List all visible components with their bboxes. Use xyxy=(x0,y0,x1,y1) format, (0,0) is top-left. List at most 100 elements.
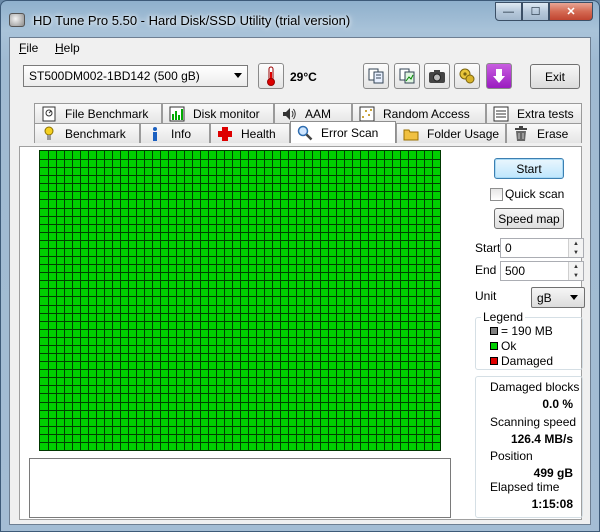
elapsed-time-label: Elapsed time xyxy=(490,480,560,494)
random-access-icon xyxy=(359,106,375,122)
tab-label: Extra tests xyxy=(517,106,574,121)
tab-erase[interactable]: Erase xyxy=(506,123,582,143)
unit-select[interactable]: gB xyxy=(531,287,585,308)
spin-down-icon[interactable]: ▼ xyxy=(568,271,583,280)
health-cross-icon xyxy=(217,126,233,142)
window-controls: — ☐ ✕ xyxy=(495,2,593,21)
extra-tests-icon xyxy=(493,106,509,122)
speed-map-button[interactable]: Speed map xyxy=(494,208,564,229)
tab-aam[interactable]: AAM xyxy=(274,103,352,123)
close-button[interactable]: ✕ xyxy=(549,2,593,21)
copy-info-button[interactable] xyxy=(363,63,389,89)
temperature-button[interactable] xyxy=(258,63,284,89)
benchmark-icon xyxy=(41,126,57,142)
tab-control: File Benchmark Disk monitor AAM Random A… xyxy=(10,101,590,526)
save-button[interactable] xyxy=(486,63,512,89)
tab-disk-monitor[interactable]: Disk monitor xyxy=(162,103,274,123)
tab-label: Random Access xyxy=(383,106,470,121)
tab-extra-tests[interactable]: Extra tests xyxy=(486,103,582,123)
unit-label: Unit xyxy=(475,289,497,303)
tab-label: Disk monitor xyxy=(193,106,260,121)
tab-label: Folder Usage xyxy=(427,126,500,141)
disk-monitor-icon xyxy=(169,106,185,122)
scan-block-map xyxy=(39,150,441,451)
damaged-blocks-label: Damaged blocks xyxy=(490,380,580,394)
end-field[interactable]: 500 ▲ ▼ xyxy=(500,261,584,281)
spin-up-icon[interactable]: ▲ xyxy=(568,239,583,248)
position-value: 499 gB xyxy=(533,466,573,480)
minimize-button[interactable]: — xyxy=(495,2,522,21)
thermometer-icon xyxy=(267,66,275,86)
exit-button[interactable]: Exit xyxy=(530,64,580,89)
copy-graph-icon xyxy=(399,68,415,84)
tab-random-access[interactable]: Random Access xyxy=(352,103,486,123)
menu-file[interactable]: File xyxy=(19,41,38,55)
options-button[interactable] xyxy=(454,63,480,89)
tab-label: Benchmark xyxy=(65,126,126,141)
temperature-value: 29°C xyxy=(290,70,317,84)
damaged-blocks-value: 0.0 % xyxy=(542,397,573,411)
copy-screenshot-button[interactable] xyxy=(394,63,420,89)
drive-select-value: ST500DM002-1BD142 (500 gB) xyxy=(29,69,200,83)
legend-swatch-damaged xyxy=(490,357,498,365)
legend-block-size: = 190 MB xyxy=(501,324,553,338)
menu-bar: File Help xyxy=(10,38,590,58)
folder-icon xyxy=(403,126,419,142)
tab-label: Info xyxy=(171,126,192,141)
drive-select[interactable]: ST500DM002-1BD142 (500 gB) xyxy=(23,65,248,87)
tab-label: File Benchmark xyxy=(65,106,149,121)
legend-damaged: Damaged xyxy=(501,354,554,368)
title-bar[interactable]: HD Tune Pro 5.50 - Hard Disk/SSD Utility… xyxy=(1,1,599,37)
start-field-value: 0 xyxy=(505,241,512,255)
scanning-speed-label: Scanning speed xyxy=(490,415,577,429)
chevron-down-icon xyxy=(570,295,578,300)
quick-scan-label: Quick scan xyxy=(505,187,565,201)
menu-help-label: elp xyxy=(63,41,80,55)
scan-log[interactable] xyxy=(29,458,451,518)
maximize-button[interactable]: ☐ xyxy=(522,2,549,21)
screenshot-button[interactable] xyxy=(424,63,450,89)
tools-icon xyxy=(459,68,475,84)
legend-ok: Ok xyxy=(501,339,517,353)
scanning-speed-value: 126.4 MB/s xyxy=(510,432,573,446)
tab-label: Erase xyxy=(537,126,569,141)
client-area: File Help ST500DM002-1BD142 (500 gB) 29°… xyxy=(9,37,591,525)
toolbar: ST500DM002-1BD142 (500 gB) 29°C Exit xyxy=(10,58,590,100)
legend-swatch-ok xyxy=(490,342,498,350)
start-field-label: Start xyxy=(475,241,501,255)
end-field-label: End xyxy=(475,263,497,277)
legend-swatch-block xyxy=(490,327,498,335)
app-icon xyxy=(9,13,25,27)
tab-folder-usage[interactable]: Folder Usage xyxy=(396,123,506,143)
start-field[interactable]: 0 ▲ ▼ xyxy=(500,238,584,258)
tab-health[interactable]: Health xyxy=(210,123,290,143)
legend-title: Legend xyxy=(481,310,526,324)
unit-select-value: gB xyxy=(537,291,552,305)
tab-file-benchmark[interactable]: File Benchmark xyxy=(34,103,162,123)
trash-icon xyxy=(513,125,529,142)
camera-icon xyxy=(429,70,445,83)
menu-help-accel: H xyxy=(55,41,64,55)
menu-file-label: ile xyxy=(26,41,39,55)
block-grid xyxy=(40,151,440,450)
spin-down-icon[interactable]: ▼ xyxy=(568,248,583,257)
start-button[interactable]: Start xyxy=(494,158,564,179)
arrow-down-icon xyxy=(493,69,505,83)
tab-error-scan[interactable]: Error Scan xyxy=(290,121,396,143)
end-field-value: 500 xyxy=(505,264,526,278)
window-title: HD Tune Pro 5.50 - Hard Disk/SSD Utility… xyxy=(33,13,351,28)
file-benchmark-icon xyxy=(41,106,57,122)
tab-label: Health xyxy=(241,126,276,141)
spin-up-icon[interactable]: ▲ xyxy=(568,262,583,271)
magnifier-icon xyxy=(297,125,313,141)
tab-benchmark[interactable]: Benchmark xyxy=(34,123,140,143)
position-label: Position xyxy=(490,449,533,463)
tab-label: Error Scan xyxy=(321,125,379,140)
speaker-icon xyxy=(281,106,297,122)
menu-help[interactable]: Help xyxy=(55,41,80,55)
copy-icon xyxy=(368,68,384,84)
quick-scan-checkbox[interactable] xyxy=(490,188,503,201)
tab-label: AAM xyxy=(305,106,332,121)
chevron-down-icon xyxy=(234,73,242,78)
tab-info[interactable]: Info xyxy=(140,123,210,143)
